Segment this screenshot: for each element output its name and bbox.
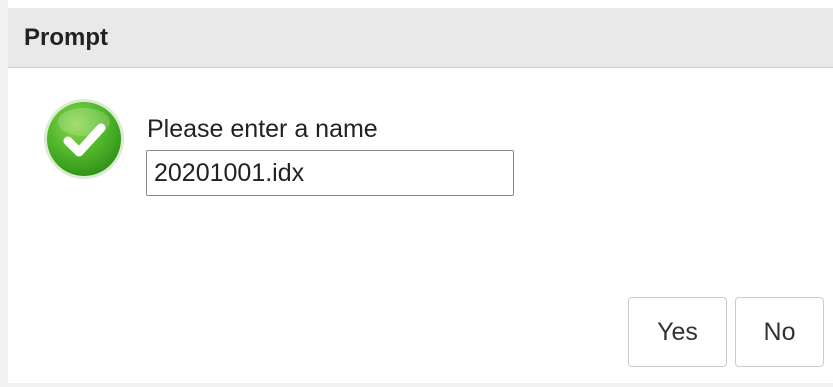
prompt-message: Please enter a name [147,115,378,143]
no-button[interactable]: No [735,297,824,367]
dialog-titlebar: Prompt [8,8,833,68]
prompt-dialog: Prompt Please enter a name Yes No [0,0,833,387]
dialog-title: Prompt [24,24,108,51]
name-input[interactable] [146,150,514,196]
checkmark-success-icon [42,97,126,181]
yes-button[interactable]: Yes [628,297,727,367]
